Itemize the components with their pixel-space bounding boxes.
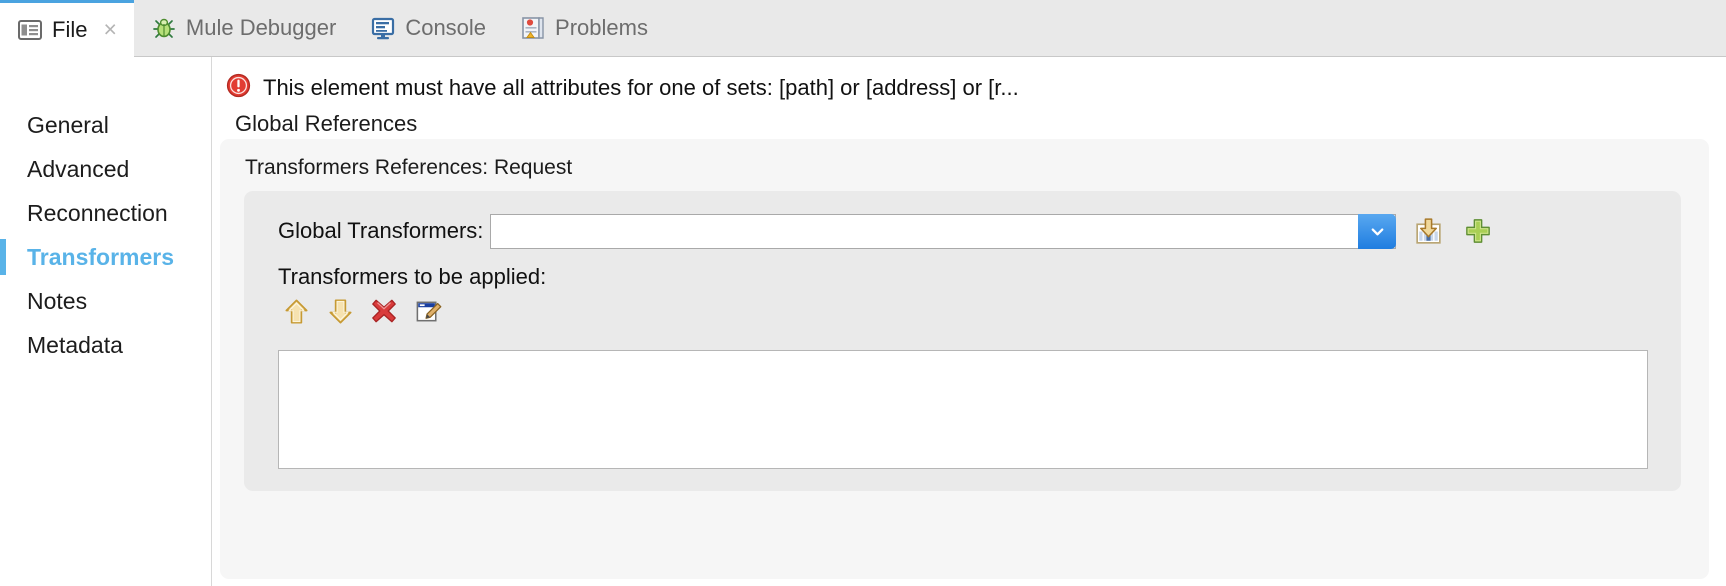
move-up-icon[interactable] (280, 295, 312, 327)
sidebar-item-reconnection[interactable]: Reconnection (0, 191, 211, 235)
global-references-panel: Transformers References: Request Global … (220, 139, 1709, 579)
sidebar-item-transformers[interactable]: Transformers (0, 235, 211, 279)
properties-workspace: General Advanced Reconnection Transforme… (0, 57, 1726, 586)
applied-transformers-toolbar (244, 288, 1681, 327)
tab-console[interactable]: Console (353, 0, 503, 56)
file-window-icon (17, 17, 43, 43)
problems-report-icon (520, 15, 546, 41)
global-transformers-combo[interactable] (490, 213, 1397, 249)
monitor-icon (370, 15, 396, 41)
chevron-down-icon[interactable] (1358, 213, 1397, 249)
sidebar-item-general[interactable]: General (0, 103, 211, 147)
tab-problems[interactable]: Problems (503, 0, 665, 56)
global-transformers-row: Global Transformers: (244, 191, 1681, 249)
tab-label: File (52, 16, 88, 42)
global-references-label: Global References (235, 111, 418, 136)
validation-message-text: This element must have all attributes fo… (263, 75, 1019, 100)
sidebar-item-metadata[interactable]: Metadata (0, 323, 211, 367)
sidebar-item-label: Notes (27, 287, 88, 314)
sidebar-item-label: Transformers (27, 243, 175, 270)
bug-icon (151, 15, 177, 41)
sidebar-item-label: Reconnection (27, 199, 168, 226)
transformers-references-title: Transformers References: Request (245, 156, 573, 179)
properties-content: This element must have all attributes fo… (213, 57, 1726, 586)
sidebar-item-advanced[interactable]: Advanced (0, 147, 211, 191)
transformers-references-group: Global Transformers: Transformers to be … (244, 191, 1681, 491)
close-icon[interactable]: × (103, 18, 116, 41)
tab-file[interactable]: File × (0, 0, 134, 57)
delete-x-icon[interactable] (368, 295, 400, 327)
tab-label: Mule Debugger (185, 15, 337, 40)
add-plus-icon[interactable] (1460, 213, 1496, 249)
transformers-to-be-applied-label: Transformers to be applied: (278, 264, 547, 289)
sidebar-item-label: Metadata (27, 331, 123, 358)
validation-message-row: This element must have all attributes fo… (213, 57, 1726, 107)
sidebar-item-label: General (27, 111, 109, 138)
tab-label: Console (405, 15, 487, 40)
sidebar-item-notes[interactable]: Notes (0, 279, 211, 323)
editor-tab-bar: File × Mule Debugger Console Problems (0, 0, 1726, 57)
tab-mule-debugger[interactable]: Mule Debugger (134, 0, 353, 56)
move-down-icon[interactable] (324, 295, 356, 327)
sidebar-item-label: Advanced (27, 155, 130, 182)
import-into-document-icon[interactable] (1410, 213, 1446, 249)
properties-sidebar: General Advanced Reconnection Transforme… (0, 57, 212, 586)
global-transformers-label: Global Transformers: (278, 218, 484, 243)
applied-transformers-list[interactable] (278, 350, 1648, 469)
error-icon (226, 73, 251, 103)
tab-label: Problems (555, 15, 648, 40)
edit-pencil-icon[interactable] (412, 295, 444, 327)
